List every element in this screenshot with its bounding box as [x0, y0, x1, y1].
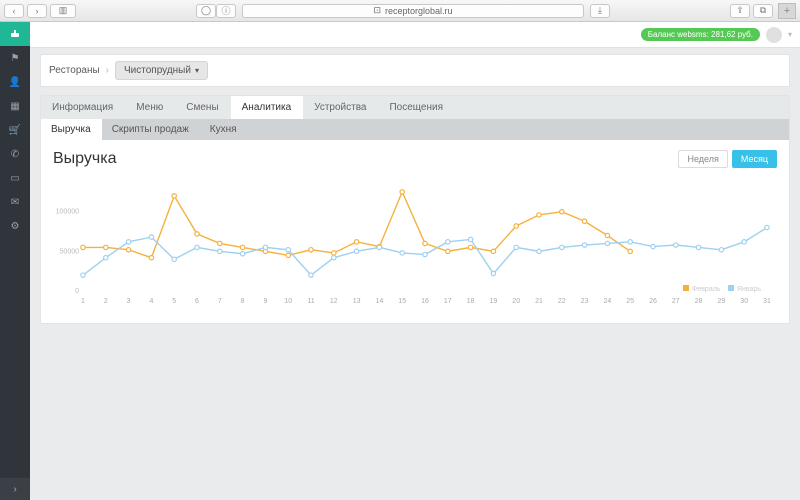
svg-text:5: 5: [172, 298, 176, 305]
svg-text:7: 7: [218, 298, 222, 305]
panel-title: Выручка: [53, 150, 116, 168]
svg-text:23: 23: [581, 298, 589, 305]
nav-fwd-button[interactable]: ›: [27, 4, 47, 18]
avatar[interactable]: [766, 27, 782, 43]
subtab-кухня[interactable]: Кухня: [200, 119, 248, 140]
tab-аналитика[interactable]: Аналитика: [231, 96, 304, 119]
reader-icon[interactable]: ⤓: [590, 4, 610, 18]
balance-badge[interactable]: Баланс websms: 281,62 руб.: [641, 28, 760, 41]
tab-информация[interactable]: Информация: [41, 96, 125, 119]
svg-text:31: 31: [763, 298, 771, 305]
svg-text:27: 27: [672, 298, 680, 305]
subtab-выручка[interactable]: Выручка: [41, 119, 102, 140]
topbar: Баланс websms: 281,62 руб. ▾: [30, 22, 800, 48]
breadcrumb-dropdown[interactable]: Чистопрудный ▾: [115, 61, 208, 80]
sidebar-mail-icon[interactable]: ✉: [0, 190, 30, 214]
revenue-chart[interactable]: 0500001000001234567891011121314151617181…: [53, 174, 777, 309]
svg-text:1: 1: [81, 298, 85, 305]
svg-text:8: 8: [241, 298, 245, 305]
tab-устройства[interactable]: Устройства: [303, 96, 378, 119]
range-месяц[interactable]: Месяц: [732, 150, 777, 168]
svg-text:0: 0: [75, 288, 79, 295]
svg-text:3: 3: [127, 298, 131, 305]
sidebar-cart-icon[interactable]: 🛒: [0, 118, 30, 142]
time-range-group: Неделя Месяц: [678, 150, 777, 168]
nav-back-button[interactable]: ‹: [4, 4, 24, 18]
breadcrumb-root[interactable]: Рестораны: [49, 65, 100, 76]
info-icon[interactable]: ⓘ: [216, 4, 236, 18]
svg-text:11: 11: [307, 298, 314, 305]
breadcrumb-current: Чистопрудный: [124, 65, 191, 76]
tab-посещения[interactable]: Посещения: [378, 96, 455, 119]
svg-text:19: 19: [490, 298, 498, 305]
chevron-right-icon: ›: [106, 65, 109, 76]
breadcrumb: Рестораны › Чистопрудный ▾: [40, 54, 790, 87]
sidebar-toggle-button[interactable]: ▥: [50, 4, 76, 18]
svg-text:14: 14: [376, 298, 384, 305]
chevron-down-icon: ▾: [195, 66, 199, 75]
svg-text:4: 4: [149, 298, 153, 305]
sidebar-gear-icon[interactable]: ⚙: [0, 214, 30, 238]
user-menu-caret[interactable]: ▾: [788, 30, 792, 39]
sidebar-dashboard-icon[interactable]: ▦: [0, 94, 30, 118]
svg-text:30: 30: [740, 298, 748, 305]
svg-text:2: 2: [104, 298, 108, 305]
svg-text:24: 24: [604, 298, 612, 305]
primary-tabs: ИнформацияМенюСменыАналитикаУстройстваПо…: [41, 96, 789, 119]
tab-меню[interactable]: Меню: [125, 96, 175, 119]
svg-text:16: 16: [421, 298, 429, 305]
tabs-card: ИнформацияМенюСменыАналитикаУстройстваПо…: [40, 95, 790, 324]
svg-text:22: 22: [558, 298, 566, 305]
sidebar-expand-button[interactable]: ›: [0, 478, 30, 500]
brand-logo[interactable]: [0, 22, 30, 46]
secondary-tabs: ВыручкаСкрипты продажКухня: [41, 119, 789, 140]
svg-text:Февраль: Февраль: [692, 286, 721, 293]
sidebar-user-icon[interactable]: 👤: [0, 70, 30, 94]
svg-text:13: 13: [353, 298, 361, 305]
app-sidebar: ⚑ 👤 ▦ 🛒 ✆ ▭ ✉ ⚙ ›: [0, 22, 30, 500]
svg-text:21: 21: [535, 298, 543, 305]
shield-icon[interactable]: ◯: [196, 4, 216, 18]
svg-text:12: 12: [330, 298, 338, 305]
sidebar-flag-icon[interactable]: ⚑: [0, 46, 30, 70]
sidebar-card-icon[interactable]: ▭: [0, 166, 30, 190]
tabs-button[interactable]: ⧉: [753, 4, 773, 18]
svg-text:18: 18: [467, 298, 475, 305]
share-button[interactable]: ⇪: [730, 4, 750, 18]
svg-text:29: 29: [718, 298, 726, 305]
svg-text:20: 20: [512, 298, 520, 305]
url-bar[interactable]: ⊡ receptorglobal.ru: [242, 4, 584, 18]
svg-text:17: 17: [444, 298, 452, 305]
svg-text:26: 26: [649, 298, 657, 305]
sidebar-phone-icon[interactable]: ✆: [0, 142, 30, 166]
svg-text:15: 15: [398, 298, 406, 305]
tab-смены[interactable]: Смены: [175, 96, 230, 119]
svg-text:10: 10: [284, 298, 292, 305]
range-неделя[interactable]: Неделя: [678, 150, 727, 168]
browser-toolbar: ‹ › ▥ ◯ ⓘ ⊡ receptorglobal.ru ⤓ ⇪ ⧉ +: [0, 0, 800, 22]
new-tab-button[interactable]: +: [778, 3, 796, 19]
svg-text:6: 6: [195, 298, 199, 305]
svg-text:9: 9: [263, 298, 267, 305]
svg-text:25: 25: [626, 298, 634, 305]
lock-icon: ⊡: [373, 5, 381, 16]
svg-text:28: 28: [695, 298, 703, 305]
svg-text:100000: 100000: [56, 209, 79, 216]
subtab-скрипты продаж[interactable]: Скрипты продаж: [102, 119, 200, 140]
svg-text:Январь: Январь: [737, 286, 761, 293]
url-text: receptorglobal.ru: [385, 6, 453, 16]
svg-text:50000: 50000: [60, 248, 80, 255]
